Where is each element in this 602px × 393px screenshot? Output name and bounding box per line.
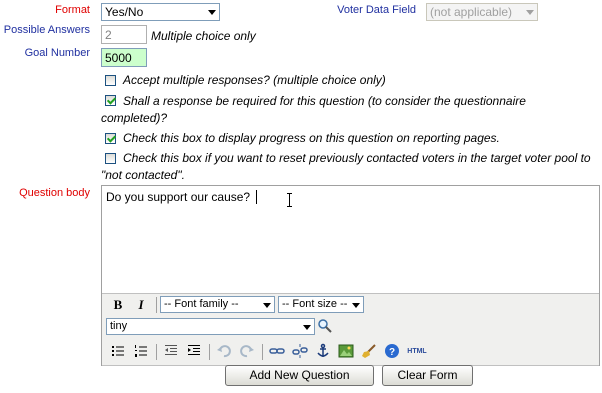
chevron-down-icon [526,10,534,15]
response-required-label-line2: completed)? [101,111,168,125]
possible-answers-input[interactable]: 2 [101,25,147,44]
chevron-down-icon [352,303,360,308]
outdent-icon[interactable] [162,343,180,361]
anchor-icon[interactable] [314,343,332,361]
reset-contacted-checkbox[interactable] [105,153,116,164]
image-icon[interactable] [337,343,355,361]
chevron-down-icon [263,303,271,308]
font-family-value: -- Font family -- [164,298,239,310]
unlink-icon[interactable] [291,343,309,361]
question-body-label: Question body [19,187,90,199]
redo-icon[interactable] [238,343,256,361]
style-select[interactable]: tiny [106,318,315,335]
style-select-value: tiny [110,320,128,332]
numbered-list-icon[interactable] [132,343,150,361]
accept-multiple-label: Accept multiple responses? (multiple cho… [123,73,386,87]
find-replace-icon[interactable] [316,318,334,336]
reset-contacted-label-line2: "not contacted". [101,168,185,182]
possible-answers-label: Possible Answers [3,24,90,36]
bold-button[interactable]: B [109,296,127,314]
html-source-button[interactable]: HTML [405,343,429,361]
reset-contacted-label-line1: Check this box if you want to reset prev… [123,151,591,165]
accept-multiple-checkbox[interactable] [105,75,116,86]
question-body-text: Do you support our cause? [106,190,251,204]
question-body-textarea[interactable]: Do you support our cause? [102,186,599,293]
ibeam-cursor-icon [289,193,290,207]
undo-icon[interactable] [215,343,233,361]
editor-toolbar-row1: B I -- Font family -- -- Font size -- [102,293,599,316]
clear-form-button[interactable]: Clear Form [382,365,473,386]
voter-data-field-select[interactable]: (not applicable) [426,3,538,21]
font-size-select[interactable]: -- Font size -- [278,296,364,313]
font-family-select[interactable]: -- Font family -- [160,296,275,313]
indent-icon[interactable] [185,343,203,361]
rich-text-editor: Do you support our cause? B I -- Font fa… [101,185,600,366]
possible-answers-note: Multiple choice only [151,29,256,43]
chevron-down-icon [303,325,311,330]
bullet-list-icon[interactable] [109,343,127,361]
cleanup-brush-icon[interactable] [360,343,378,361]
goal-number-label: Goal Number [24,47,90,59]
add-new-question-button[interactable]: Add New Question [225,365,374,386]
voter-data-field-label: Voter Data Field [337,4,416,16]
format-label: Format [55,4,90,16]
voter-data-field-value: (not applicable) [430,5,513,19]
response-required-checkbox[interactable] [105,95,116,106]
response-required-label-line1: Shall a response be required for this qu… [123,94,526,108]
format-select-value: Yes/No [105,5,144,19]
svg-text:?: ? [389,347,395,358]
font-size-value: -- Font size -- [282,298,348,310]
editor-toolbar-row3: ? HTML [102,339,599,366]
chevron-down-icon [208,10,216,15]
display-progress-checkbox[interactable] [105,133,116,144]
text-caret [256,190,257,204]
goal-number-input[interactable]: 5000 [101,48,147,67]
editor-toolbar-row2: tiny [102,315,599,339]
format-select[interactable]: Yes/No [101,3,220,21]
italic-button[interactable]: I [132,296,150,314]
help-icon[interactable]: ? [383,343,401,361]
display-progress-label: Check this box to display progress on th… [123,131,500,145]
link-icon[interactable] [268,343,286,361]
